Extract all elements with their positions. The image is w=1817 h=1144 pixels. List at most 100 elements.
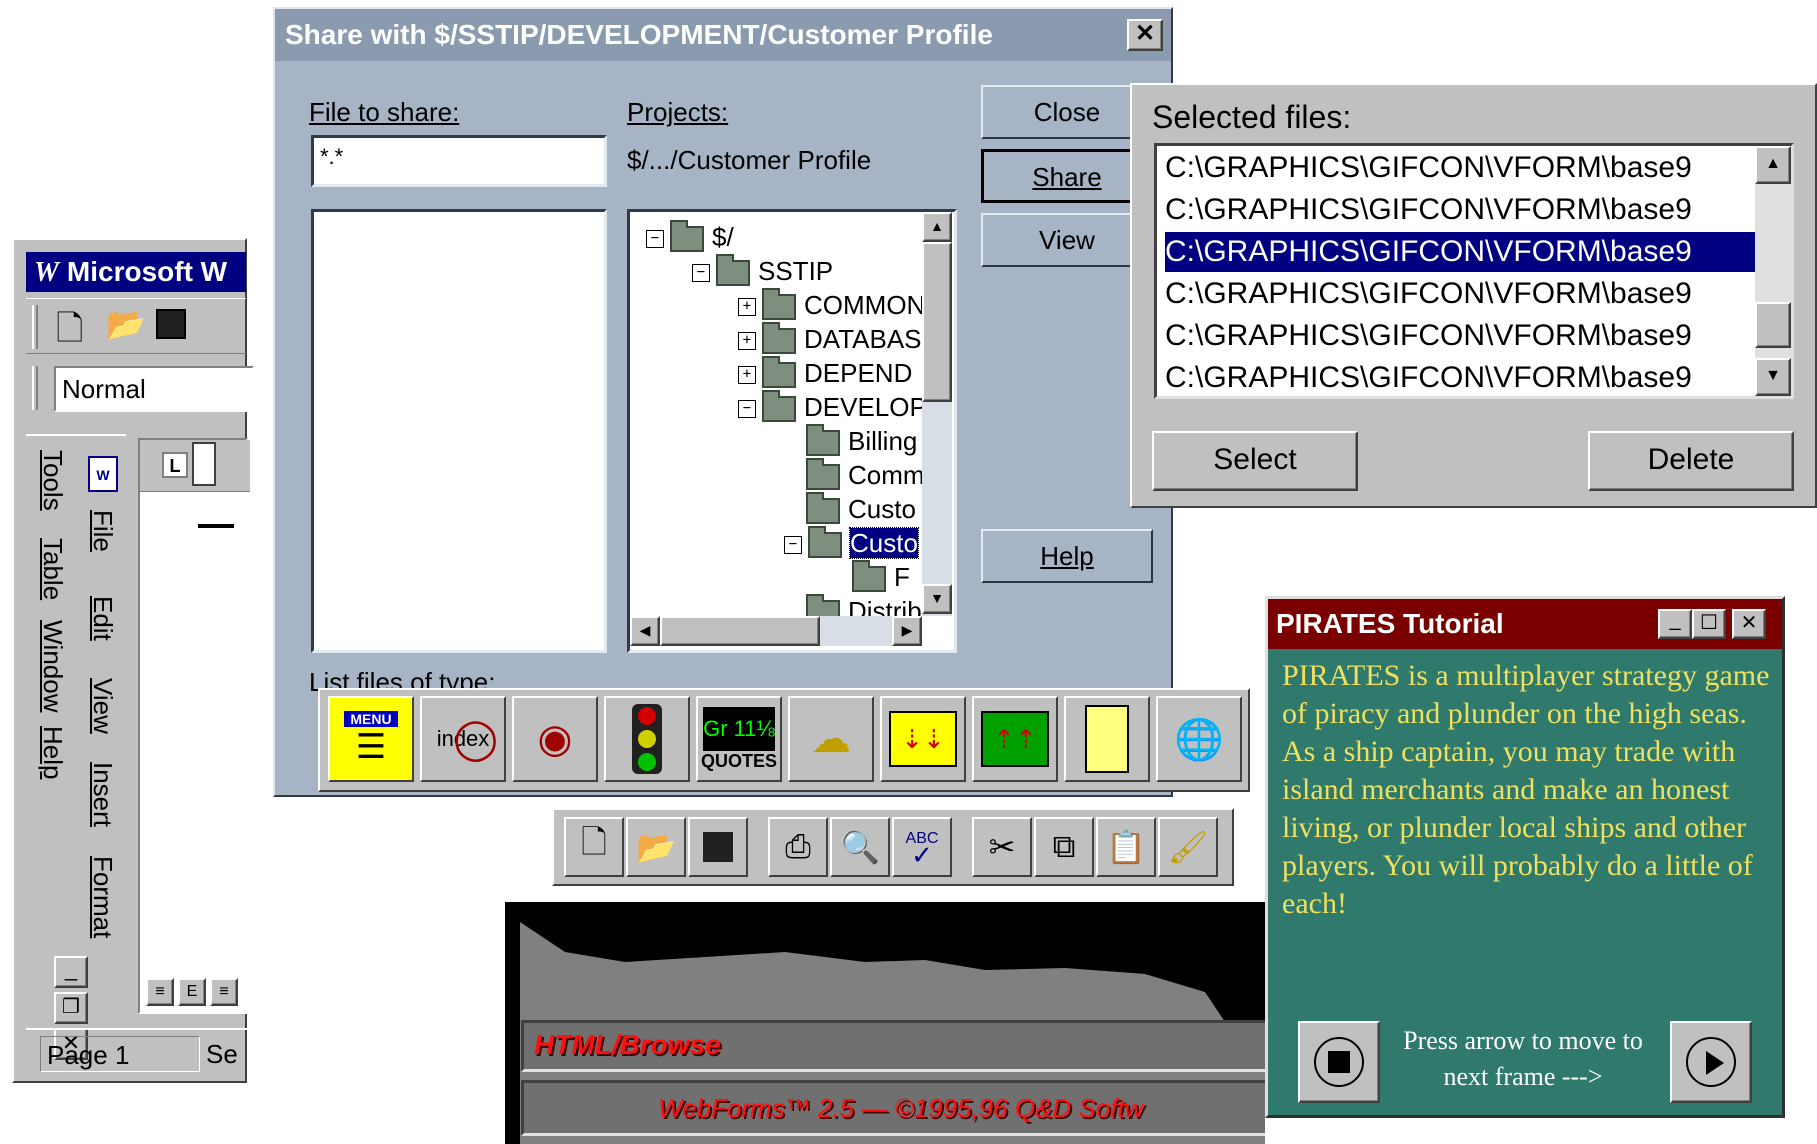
menu-tools[interactable]: Tools [37, 450, 68, 511]
share-button[interactable]: Share [981, 149, 1153, 203]
weather-icon[interactable]: ☁ [788, 696, 874, 782]
minimize-button[interactable]: _ [1658, 609, 1692, 639]
maximize-button[interactable]: ☐ [1692, 609, 1726, 639]
scroll-right-button[interactable]: ▶ [892, 616, 922, 646]
stop-icon [1314, 1037, 1364, 1087]
tree-item[interactable]: Comm [806, 458, 925, 492]
stop-button[interactable] [1298, 1021, 1380, 1103]
html-browse-bar[interactable]: HTML/Browse [521, 1020, 1265, 1072]
file-cabinet-icon[interactable] [1064, 696, 1150, 782]
tree-item[interactable]: − $/ [646, 220, 734, 254]
file-row-selected[interactable]: C:\GRAPHICS\GIFCON\VFORM\base9 [1165, 232, 1755, 272]
new-icon[interactable]: 🗋 [564, 817, 624, 877]
file-row[interactable]: C:\GRAPHICS\GIFCON\VFORM\base9 [1165, 190, 1745, 230]
menu-format[interactable]: Format [87, 856, 118, 938]
view-button[interactable]: View [981, 213, 1153, 267]
collapse-icon[interactable]: − [784, 536, 802, 555]
traffic-light-icon[interactable] [604, 696, 690, 782]
next-frame-button[interactable] [1670, 1021, 1752, 1103]
scroll-up-button[interactable]: ▲ [922, 212, 952, 242]
spell-check-icon[interactable]: ABC ✓ [892, 817, 952, 877]
tree-item[interactable]: Custo [806, 492, 916, 526]
globe-orbit-icon[interactable]: 🌐 [1156, 696, 1242, 782]
outbox-up-icon[interactable]: ⇡⇡ [972, 696, 1058, 782]
document-area[interactable]: L ≡ E ≡ [138, 438, 250, 1014]
collapse-icon[interactable]: − [738, 400, 756, 419]
selected-files-list[interactable]: C:\GRAPHICS\GIFCON\VFORM\base9 C:\GRAPHI… [1154, 143, 1794, 399]
save-icon[interactable] [156, 309, 186, 339]
collapse-icon[interactable]: − [692, 264, 710, 283]
restore-button[interactable]: ❐ [54, 992, 88, 1024]
scroll-thumb[interactable] [1755, 302, 1791, 348]
print-preview-icon[interactable]: 🔍 [830, 817, 890, 877]
file-to-share-input[interactable]: *.* [311, 135, 607, 187]
menu-table[interactable]: Table [37, 538, 68, 600]
outline-view-button[interactable]: ≡ [210, 978, 238, 1006]
tree-item[interactable]: + DATABAS [738, 322, 922, 356]
help-button[interactable]: Help [981, 529, 1153, 583]
layout-view-button[interactable]: E [178, 978, 206, 1006]
toolbar-grip[interactable] [32, 366, 38, 410]
scroll-thumb[interactable] [922, 242, 952, 402]
expand-icon[interactable]: + [738, 332, 756, 351]
open-icon[interactable]: 📂 [626, 817, 686, 877]
tree-hscrollbar[interactable]: ◀ ▶ [630, 616, 922, 646]
close-button[interactable]: Close [981, 85, 1153, 139]
scroll-hthumb[interactable] [660, 616, 820, 646]
document-icon[interactable]: W [88, 456, 118, 492]
menu-edit[interactable]: Edit [87, 596, 118, 641]
index-magnifier-icon[interactable]: index ◯ [420, 696, 506, 782]
pirates-tutorial-window: PIRATES Tutorial _ ☐ ✕ PIRATES is a mult… [1265, 596, 1785, 1118]
menu-insert[interactable]: Insert [87, 762, 118, 827]
menu-window[interactable]: Window [37, 620, 68, 712]
format-painter-icon[interactable]: 🖌 [1158, 817, 1218, 877]
tree-item[interactable]: + COMMON [738, 288, 925, 322]
print-icon[interactable]: ⎙ [768, 817, 828, 877]
expand-icon[interactable]: + [738, 366, 756, 385]
menu-list-icon[interactable]: MENU ☰ [328, 696, 414, 782]
expand-icon[interactable]: + [738, 298, 756, 317]
file-row[interactable]: C:\GRAPHICS\GIFCON\VFORM\base9 [1165, 358, 1745, 396]
file-row[interactable]: C:\GRAPHICS\GIFCON\VFORM\base9 [1165, 316, 1745, 356]
network-globe-icon[interactable]: ◉ [512, 696, 598, 782]
close-button[interactable]: ✕ [1732, 609, 1766, 639]
open-icon[interactable]: 📂 [106, 305, 146, 343]
menu-file[interactable]: File [87, 510, 118, 552]
style-select[interactable]: Normal [54, 366, 254, 412]
new-icon[interactable]: 🗋 [56, 305, 83, 362]
scroll-left-button[interactable]: ◀ [630, 616, 660, 646]
minimize-button[interactable]: _ [54, 956, 88, 988]
tree-item[interactable]: F [852, 560, 910, 594]
copy-icon[interactable]: ⧉ [1034, 817, 1094, 877]
menu-help[interactable]: Help [37, 726, 68, 779]
scroll-up-button[interactable]: ▲ [1755, 146, 1791, 184]
save-icon[interactable] [688, 817, 748, 877]
scroll-down-button[interactable]: ▼ [922, 584, 952, 614]
close-x-button[interactable]: ✕ [1127, 19, 1163, 51]
normal-view-button[interactable]: ≡ [146, 978, 174, 1006]
paste-icon[interactable]: 📋 [1096, 817, 1156, 877]
tree-item[interactable]: Billing [806, 424, 917, 458]
select-button[interactable]: Select [1152, 431, 1358, 491]
project-tree[interactable]: − $/ − SSTIP + COMMON + DATABAS + DEPEND − DEV… [627, 209, 957, 653]
tree-item-selected[interactable]: − Custo [784, 526, 919, 560]
file-list[interactable] [311, 209, 607, 653]
scroll-down-button[interactable]: ▼ [1755, 358, 1791, 396]
indent-marker-icon[interactable] [192, 442, 216, 486]
cut-icon[interactable]: ✂ [972, 817, 1032, 877]
file-row[interactable]: C:\GRAPHICS\GIFCON\VFORM\base9 [1165, 274, 1745, 314]
delete-button[interactable]: Delete [1588, 431, 1794, 491]
collapse-icon[interactable]: − [646, 230, 664, 249]
tree-vscrollbar[interactable]: ▲ ▼ [922, 212, 952, 616]
toolbar-grip[interactable] [32, 305, 38, 349]
menu-view[interactable]: View [87, 678, 118, 734]
formatting-toolbar: Normal [26, 362, 254, 416]
tab-stop-icon[interactable]: L [162, 452, 188, 478]
tree-item[interactable]: − DEVELOP [738, 390, 927, 424]
files-vscrollbar[interactable]: ▲ ▼ [1755, 146, 1791, 396]
tree-item[interactable]: + DEPEND [738, 356, 912, 390]
inbox-down-icon[interactable]: ⇣⇣ [880, 696, 966, 782]
file-row[interactable]: C:\GRAPHICS\GIFCON\VFORM\base9 [1165, 148, 1745, 188]
tree-item[interactable]: − SSTIP [692, 254, 833, 288]
stock-quotes-icon[interactable]: Gr 11⅛ QUOTES [696, 696, 782, 782]
